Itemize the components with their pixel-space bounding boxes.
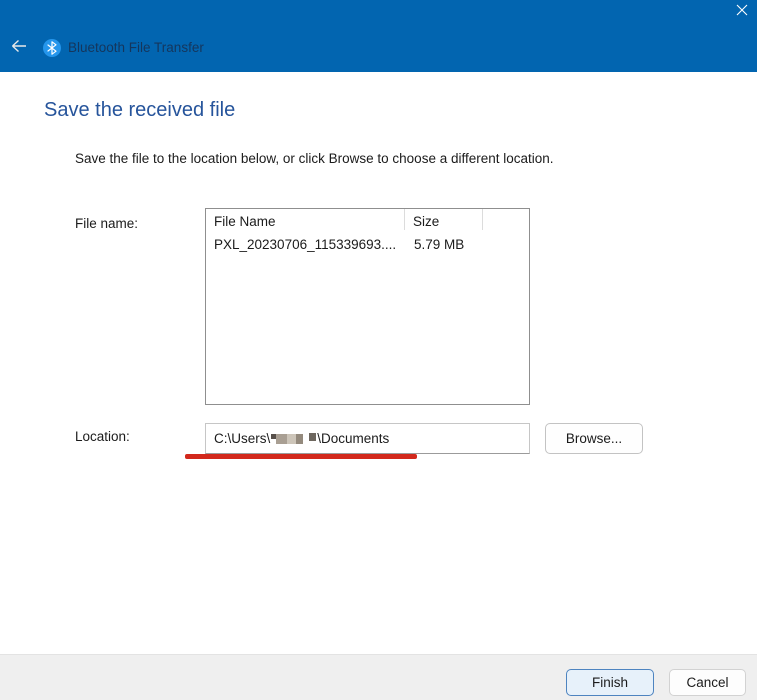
bluetooth-icon [43,39,61,57]
column-header-size[interactable]: Size [405,209,483,230]
table-row[interactable]: PXL_20230706_115339693.... 5.79 MB [206,237,529,257]
column-header-spacer [483,209,529,230]
window-title: Bluetooth File Transfer [68,40,204,55]
close-icon [735,3,749,22]
cancel-button-label: Cancel [686,675,729,690]
location-input[interactable]: C:\Users\ \Documents [205,423,530,454]
column-header-file-name[interactable]: File Name [206,209,405,230]
location-path-prefix: C:\Users\ [214,431,271,446]
browse-button-label: Browse... [565,431,623,446]
file-name-cell: PXL_20230706_115339693.... [214,237,397,252]
browse-button[interactable]: Browse... [545,423,643,454]
page-title: Save the received file [44,99,236,121]
location-label: Location: [75,429,130,444]
file-list[interactable]: File Name Size PXL_20230706_115339693...… [205,208,530,405]
location-path-suffix: \Documents [317,431,390,446]
bluetooth-file-transfer-window: Bluetooth File Transfer Save the receive… [0,0,757,700]
file-list-header: File Name Size [206,209,529,235]
finish-button[interactable]: Finish [566,669,654,696]
window-titlebar: Bluetooth File Transfer [0,0,757,72]
back-arrow-icon [10,38,28,59]
finish-button-label: Finish [591,675,628,690]
footer-bar: Finish Cancel [0,654,757,700]
redacted-username [271,433,317,445]
instruction-text: Save the file to the location below, or … [75,151,554,166]
file-name-label: File name: [75,216,139,231]
close-button[interactable] [731,2,753,22]
file-size-cell: 5.79 MB [414,237,465,252]
back-button[interactable] [8,38,30,58]
cancel-button[interactable]: Cancel [669,669,746,696]
